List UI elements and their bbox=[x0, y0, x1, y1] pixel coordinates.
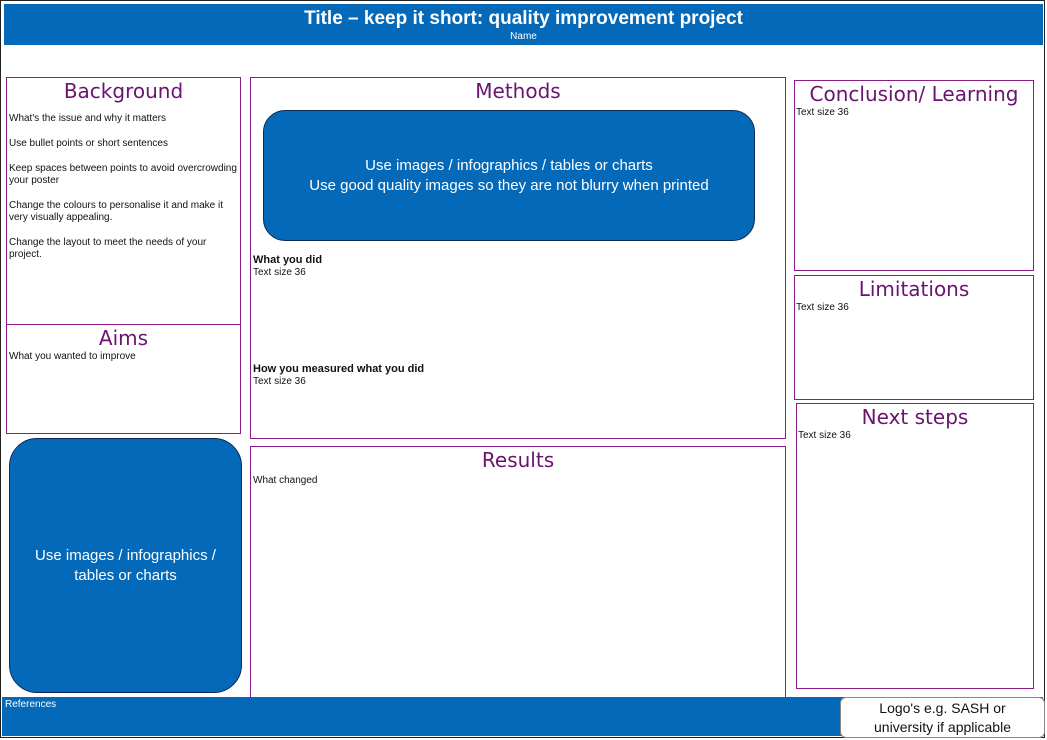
limitations-text: Text size 36 bbox=[796, 302, 849, 313]
background-point: Change the layout to meet the needs of y… bbox=[9, 237, 207, 260]
aims-text: What you wanted to improve bbox=[9, 351, 136, 362]
background-point: Change the colours to personalise it and… bbox=[9, 200, 224, 223]
background-point: Keep spaces between points to avoid over… bbox=[9, 163, 237, 186]
conclusion-text: Text size 36 bbox=[796, 107, 849, 118]
conclusion-heading: Conclusion/ Learning bbox=[809, 82, 1019, 106]
methods-heading: Methods bbox=[475, 79, 561, 103]
methods-image-text-line1: Use images / infographics / tables or ch… bbox=[365, 156, 653, 174]
left-image-text-line2: tables or charts bbox=[74, 566, 177, 584]
background-points: What's the issue and why it matters Use … bbox=[7, 113, 240, 261]
logo-text-line2: university if applicable bbox=[874, 719, 1011, 735]
background-section: Background What's the issue and why it m… bbox=[6, 77, 241, 325]
methods-image-placeholder: Use images / infographics / tables or ch… bbox=[263, 110, 755, 241]
limitations-section: Limitations Text size 36 bbox=[794, 275, 1034, 400]
poster-author-name: Name bbox=[510, 31, 537, 42]
next-steps-text: Text size 36 bbox=[798, 430, 851, 441]
left-image-placeholder: Use images / infographics / tables or ch… bbox=[9, 438, 242, 693]
results-text: What changed bbox=[253, 475, 318, 486]
background-point: What's the issue and why it matters bbox=[9, 113, 166, 124]
aims-heading: Aims bbox=[98, 326, 149, 350]
background-point: Use bullet points or short sentences bbox=[9, 138, 168, 149]
conclusion-section: Conclusion/ Learning Text size 36 bbox=[794, 80, 1034, 271]
results-section: Results What changed bbox=[250, 446, 786, 698]
logo-placeholder: Logo's e.g. SASH or university if applic… bbox=[840, 697, 1045, 738]
poster-header: Title – keep it short: quality improveme… bbox=[4, 4, 1043, 45]
what-you-did-block: What you did Text size 36 bbox=[253, 254, 322, 279]
methods-image-text-line2: Use good quality images so they are not … bbox=[309, 176, 709, 194]
background-heading: Background bbox=[63, 79, 184, 103]
how-measured-text: Text size 36 bbox=[253, 376, 306, 387]
left-image-text-line1: Use images / infographics / bbox=[35, 546, 216, 564]
next-steps-section: Next steps Text size 36 bbox=[796, 403, 1034, 689]
poster-title: Title – keep it short: quality improveme… bbox=[304, 8, 743, 29]
how-measured-block: How you measured what you did Text size … bbox=[253, 363, 424, 388]
methods-section: Methods Use images / infographics / tabl… bbox=[250, 77, 786, 439]
how-measured-heading: How you measured what you did bbox=[253, 363, 425, 375]
limitations-heading: Limitations bbox=[858, 277, 970, 301]
results-heading: Results bbox=[481, 448, 555, 472]
aims-section: Aims What you wanted to improve bbox=[6, 324, 241, 434]
next-steps-heading: Next steps bbox=[861, 405, 969, 429]
what-you-did-text: Text size 36 bbox=[253, 267, 306, 278]
references-label: References bbox=[5, 699, 57, 710]
what-you-did-heading: What you did bbox=[253, 254, 323, 266]
logo-text-line1: Logo's e.g. SASH or bbox=[879, 700, 1006, 716]
